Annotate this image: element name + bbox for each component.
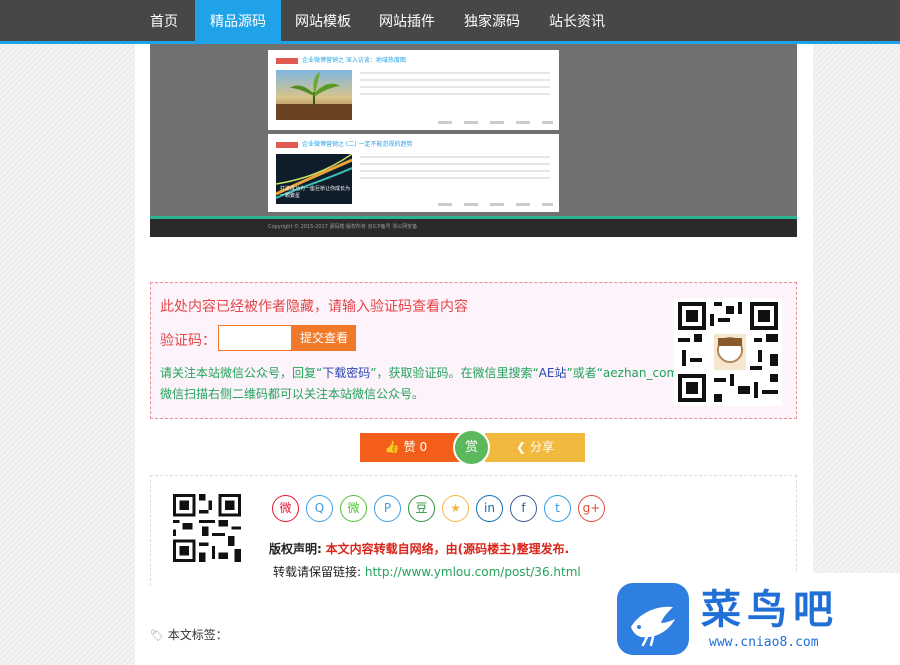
pinterest-icon[interactable]: P bbox=[374, 495, 401, 522]
bird-icon bbox=[631, 606, 675, 647]
nav-item-templates[interactable]: 网站模板 bbox=[280, 0, 366, 44]
like-button[interactable]: 👍 赞 0 bbox=[360, 433, 460, 462]
hidden-content-title: 此处内容已经被作者隐藏，请输入验证码查看内容 bbox=[160, 299, 468, 315]
tags-label: 本文标签： bbox=[167, 628, 228, 642]
preview-card-meta bbox=[438, 203, 553, 206]
weibo-icon[interactable]: 微 bbox=[272, 495, 299, 522]
preview-footer: Copyright © 2015-2017 源码楼 版权所有 京ICP备号 浙公… bbox=[150, 216, 797, 237]
facebook-icon[interactable]: f bbox=[510, 495, 537, 522]
nav-item-plugins[interactable]: 网站插件 bbox=[364, 0, 450, 44]
preview-card-excerpt bbox=[360, 156, 550, 184]
share-copyright-box: 微 Q 微 P 豆 ★ in f t g+ 版权声明: 本文内容转载自网络，由(… bbox=[150, 475, 797, 586]
googleplus-icon[interactable]: g+ bbox=[578, 495, 605, 522]
hidden-content-box: 此处内容已经被作者隐藏，请输入验证码查看内容 验证码： 提交查看 请关注本站微信… bbox=[150, 282, 797, 419]
watermark-name: 菜鸟吧 bbox=[701, 586, 839, 633]
nav-item-webmaster-news[interactable]: 站长资讯 bbox=[534, 0, 620, 44]
submit-view-button[interactable]: 提交查看 bbox=[292, 325, 356, 351]
nav-item-home[interactable]: 首页 bbox=[135, 0, 193, 44]
thumbnail-caption: 打造成功为一座巨桥让你成长为一颗繁星 bbox=[280, 186, 351, 199]
preview-card-badge bbox=[276, 142, 298, 148]
preview-card-meta bbox=[438, 121, 553, 124]
twitter-icon[interactable]: t bbox=[544, 495, 571, 522]
wechat-icon[interactable]: 微 bbox=[340, 495, 367, 522]
verification-code-input[interactable] bbox=[218, 325, 292, 351]
linkedin-icon[interactable]: in bbox=[476, 495, 503, 522]
preview-card-excerpt bbox=[360, 72, 550, 100]
banana-plant-thumbnail bbox=[276, 70, 352, 120]
preview-footer-text: Copyright © 2015-2017 源码楼 版权所有 京ICP备号 浙公… bbox=[268, 224, 418, 230]
preview-card: 企业微博营销之 (二) 一定不能忽视的趋势 打造成功为一座巨桥让你成长为一颗繁星 bbox=[268, 134, 559, 212]
preview-card-title: 企业微博营销之 深入访谈：地域热度图 bbox=[302, 57, 406, 64]
bird-logo-icon bbox=[617, 583, 689, 655]
preview-card-title: 企业微博营销之 (二) 一定不能忽视的趋势 bbox=[302, 141, 413, 148]
share-button[interactable]: ❮ 分享 bbox=[485, 433, 585, 462]
tag-icon: 🏷 bbox=[150, 629, 164, 642]
account-highlight: AE站 bbox=[538, 366, 567, 380]
share-icon: ❮ bbox=[516, 440, 527, 454]
nav-item-premium-source[interactable]: 精品源码 bbox=[195, 0, 281, 44]
preview-card: 企业微博营销之 深入访谈：地域热度图 bbox=[268, 50, 559, 130]
qr-code-icon bbox=[173, 494, 241, 562]
preview-card-badge bbox=[276, 58, 298, 64]
cniao8-watermark-logo: 菜鸟吧 www.cniao8.com bbox=[605, 573, 900, 665]
share-label: 分享 bbox=[529, 440, 554, 454]
repost-notice: 转载请保留链接: http://www.ymlou.com/post/36.ht… bbox=[273, 563, 581, 580]
wechat-qr-code-icon bbox=[674, 298, 782, 406]
thumbs-up-icon: 👍 bbox=[384, 440, 400, 454]
qzone-icon[interactable]: ★ bbox=[442, 495, 469, 522]
watermark-url: www.cniao8.com bbox=[709, 635, 819, 650]
keyword-highlight: 下载密码 bbox=[322, 366, 371, 380]
qq-icon[interactable]: Q bbox=[306, 495, 333, 522]
top-nav: 首页 精品源码 网站模板 网站插件 独家源码 站长资讯 bbox=[0, 0, 900, 44]
nav-item-exclusive-source[interactable]: 独家源码 bbox=[449, 0, 535, 44]
repost-link[interactable]: http://www.ymlou.com/post/36.html bbox=[365, 565, 581, 579]
reward-button[interactable]: 赏 bbox=[453, 429, 490, 466]
repost-label: 转载请保留链接: bbox=[273, 565, 362, 579]
copyright-text: 本文内容转载自网络，由(源码楼主)整理发布. bbox=[325, 542, 570, 556]
copyright-notice: 版权声明: 本文内容转载自网络，由(源码楼主)整理发布. bbox=[269, 540, 569, 557]
douban-icon[interactable]: 豆 bbox=[408, 495, 435, 522]
article-preview-image: 企业微博营销之 深入访谈：地域热度图 企业微博营销之 (二) 一定不能忽视的趋势… bbox=[150, 44, 797, 237]
verification-instructions: 请关注本站微信公众号，回复“下载密码”，获取验证码。在微信里搜索“AE站”或者“… bbox=[160, 366, 708, 401]
copyright-label: 版权声明: bbox=[269, 542, 322, 556]
like-count: 赞 0 bbox=[403, 440, 428, 454]
article-tags: 🏷 本文标签： bbox=[150, 626, 228, 643]
verification-code-label: 验证码： bbox=[160, 333, 216, 349]
